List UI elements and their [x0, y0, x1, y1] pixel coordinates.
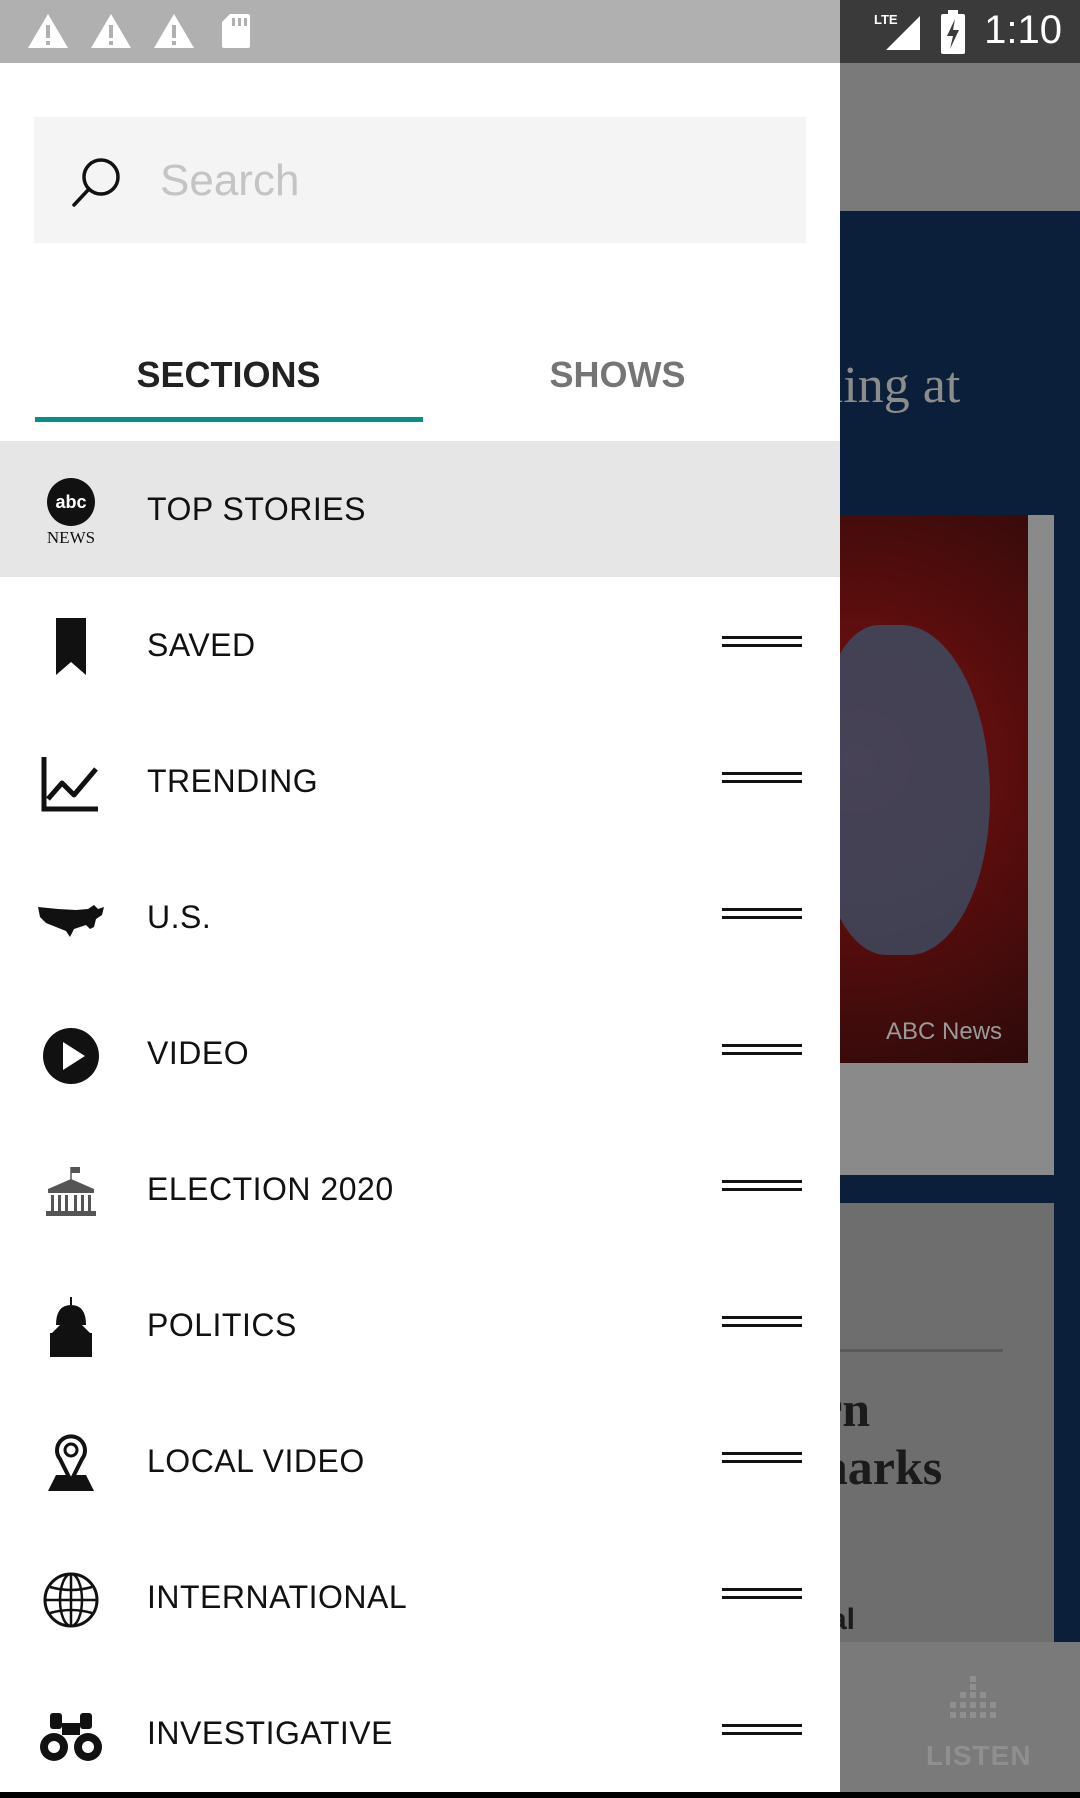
section-item-trending[interactable]: TRENDING: [0, 713, 840, 849]
drag-handle-icon[interactable]: [722, 1044, 802, 1062]
section-item-top-stories[interactable]: abc NEWS TOP STORIES: [0, 441, 840, 577]
section-item-election-2020[interactable]: ELECTION 2020: [0, 1121, 840, 1257]
status-bar-right: LTE 1:10: [840, 0, 1080, 63]
section-label: SAVED: [147, 626, 256, 663]
sd-card-icon: [222, 14, 250, 48]
play-circle-icon: [36, 1021, 106, 1091]
warning-icon: [154, 14, 194, 48]
sections-list: abc NEWS TOP STORIES SAVED TRENDING U.S.…: [0, 441, 840, 1792]
drag-handle-icon[interactable]: [722, 1588, 802, 1606]
background-story-image: [840, 515, 1028, 1063]
section-label: POLITICS: [147, 1306, 297, 1343]
section-item-international[interactable]: INTERNATIONAL: [0, 1529, 840, 1665]
search-bar[interactable]: [34, 117, 806, 245]
section-item-us[interactable]: U.S.: [0, 849, 840, 985]
drag-handle-icon[interactable]: [722, 1452, 802, 1470]
map-pin-icon: [36, 1429, 106, 1499]
svg-text:NEWS: NEWS: [47, 528, 95, 547]
binoculars-icon: [36, 1701, 106, 1771]
section-label: TRENDING: [147, 762, 319, 799]
svg-text:abc: abc: [55, 492, 86, 512]
drag-handle-icon[interactable]: [722, 636, 802, 654]
warning-icon: [91, 14, 131, 48]
search-icon: [72, 158, 120, 207]
bookmark-icon: [36, 613, 106, 683]
us-map-icon: [36, 885, 106, 955]
capitol-dome-icon: [36, 1293, 106, 1363]
section-label: TOP STORIES: [147, 490, 366, 527]
search-input[interactable]: [158, 117, 782, 245]
section-label: INVESTIGATIVE: [147, 1714, 393, 1751]
section-label: LOCAL VIDEO: [147, 1442, 365, 1479]
tab-shows[interactable]: SHOWS: [423, 333, 812, 417]
section-label: ELECTION 2020: [147, 1170, 394, 1207]
section-label: U.S.: [147, 898, 212, 935]
battery-charging-icon: [941, 10, 965, 54]
section-item-video[interactable]: VIDEO: [0, 985, 840, 1121]
section-label: INTERNATIONAL: [147, 1578, 408, 1615]
background-headline: illing at: [800, 357, 961, 414]
tab-sections[interactable]: SECTIONS: [34, 333, 423, 417]
globe-icon: [36, 1565, 106, 1635]
status-bar-left: [0, 0, 840, 63]
trending-chart-icon: [36, 749, 106, 819]
background-toolbar: [840, 63, 1080, 211]
drag-handle-icon[interactable]: [722, 1180, 802, 1198]
clock: 1:10: [984, 8, 1062, 52]
drag-handle-icon[interactable]: [722, 908, 802, 926]
section-item-investigative[interactable]: INVESTIGATIVE: [0, 1665, 840, 1792]
listen-icon: [950, 1676, 996, 1718]
section-item-local-video[interactable]: LOCAL VIDEO: [0, 1393, 840, 1529]
section-label: VIDEO: [147, 1034, 250, 1071]
section-item-saved[interactable]: SAVED: [0, 577, 840, 713]
drag-handle-icon[interactable]: [722, 1316, 802, 1334]
svg-text:LTE: LTE: [874, 12, 898, 27]
section-item-politics[interactable]: POLITICS: [0, 1257, 840, 1393]
drag-handle-icon[interactable]: [722, 1724, 802, 1742]
lte-signal-icon: LTE: [874, 12, 920, 50]
system-nav-bar: [0, 1792, 1080, 1798]
status-bar: LTE 1:10: [0, 0, 1080, 63]
selected-tab-indicator: [35, 417, 423, 422]
background-divider: [840, 1349, 1003, 1352]
drag-handle-icon[interactable]: [722, 772, 802, 790]
government-building-icon: [36, 1157, 106, 1227]
warning-icon: [28, 14, 68, 48]
navigation-drawer: SECTIONS SHOWS abc NEWS TOP STORIES SAVE…: [0, 63, 840, 1792]
listen-tab-label: LISTEN: [926, 1740, 1032, 1771]
image-credit: ABC News: [886, 1018, 1003, 1045]
abc-news-logo-icon: abc NEWS: [36, 477, 106, 547]
